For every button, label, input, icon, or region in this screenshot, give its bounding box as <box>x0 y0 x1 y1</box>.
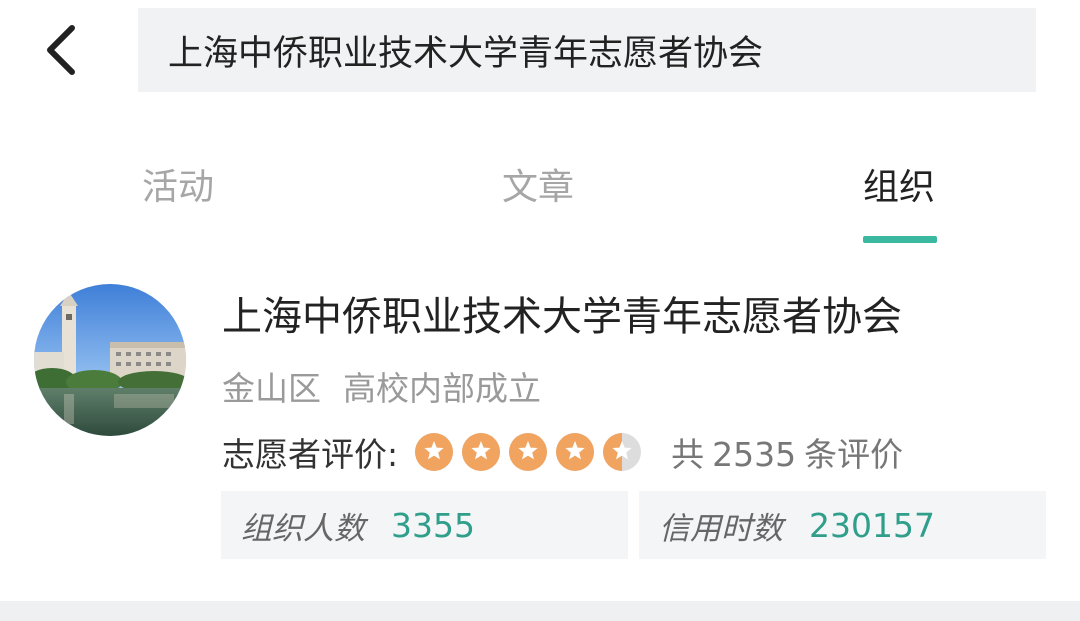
chevron-left-icon <box>47 25 75 75</box>
organization-avatar[interactable] <box>34 284 186 436</box>
campus-image <box>34 284 186 436</box>
review-suffix: 条评价 <box>804 435 904 474</box>
active-tab-indicator <box>863 236 937 243</box>
organization-name: 上海中侨职业技术大学青年志愿者协会 <box>222 294 902 340</box>
stat-label-members: 组织人数 <box>241 510 365 547</box>
stat-label-hours: 信用时数 <box>659 510 783 547</box>
stat-value-hours: 230157 <box>809 505 935 545</box>
back-button[interactable] <box>36 18 92 82</box>
organization-district: 金山区 <box>222 369 321 408</box>
tab-organization[interactable]: 组织 <box>863 158 935 210</box>
review-count-value: 2535 <box>712 435 797 474</box>
organization-meta: 金山区 高校内部成立 <box>222 362 541 410</box>
organization-type: 高校内部成立 <box>343 369 541 408</box>
rating-label: 志愿者评价: <box>222 435 399 474</box>
star-icon <box>462 433 501 471</box>
search-text: 上海中侨职业技术大学青年志愿者协会 <box>168 33 764 74</box>
review-prefix: 共 <box>671 435 705 474</box>
bottom-divider <box>0 601 1080 621</box>
stat-card-hours: 信用时数 230157 <box>639 491 1046 559</box>
star-icon <box>556 433 595 471</box>
stat-card-members: 组织人数 3355 <box>221 491 628 559</box>
stat-value-members: 3355 <box>391 505 475 545</box>
star-icon <box>509 433 548 471</box>
rating-stars <box>414 432 649 472</box>
star-icon <box>603 433 642 471</box>
rating-row: 志愿者评价: 共 2535 条评价 <box>222 426 903 478</box>
search-input[interactable]: 上海中侨职业技术大学青年志愿者协会 <box>138 8 1036 92</box>
star-icon <box>415 433 454 471</box>
review-count: 共 2535 条评价 <box>671 428 903 476</box>
tab-articles[interactable]: 文章 <box>502 158 574 210</box>
tab-activity[interactable]: 活动 <box>142 158 214 210</box>
